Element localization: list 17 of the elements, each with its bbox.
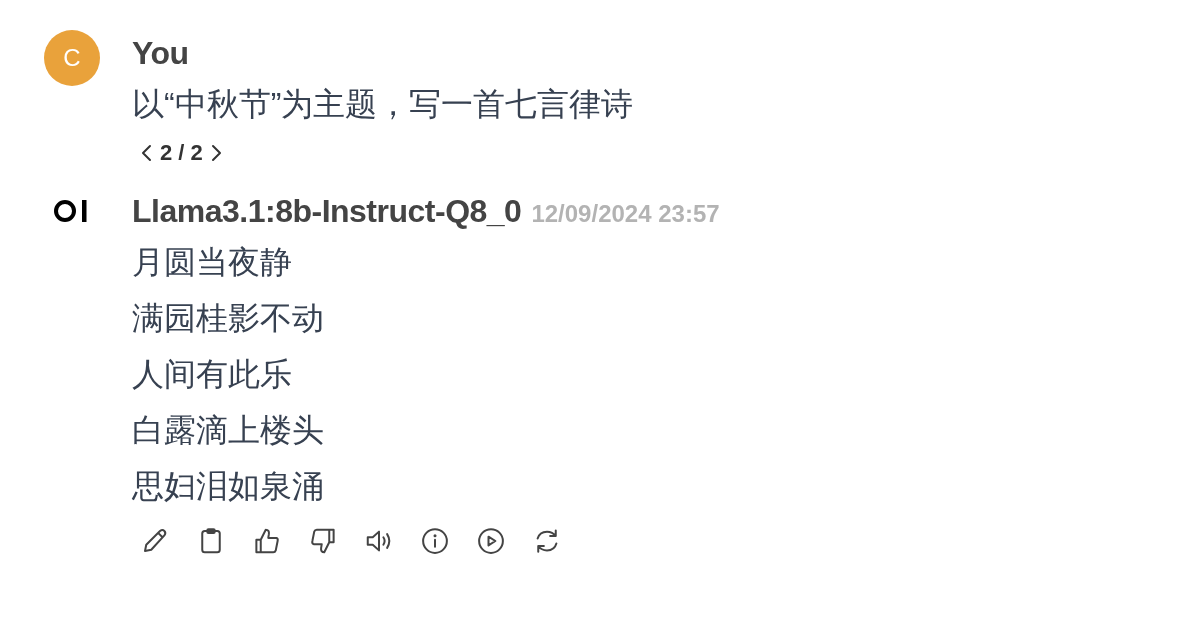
- chevron-left-icon[interactable]: [140, 143, 154, 163]
- timestamp: 12/09/2024 23:57: [531, 200, 720, 228]
- thumbs-down-icon[interactable]: [308, 526, 338, 556]
- message-text: 以“中秋节”为主题，写一首七言律诗: [132, 85, 634, 124]
- page-counter: 2 / 2: [160, 140, 203, 166]
- user-name: You: [132, 34, 189, 73]
- message-line: 人间有此乐: [132, 355, 292, 394]
- message-line: 思妇泪如泉涌: [132, 467, 324, 506]
- message-line: 月圆当夜静: [132, 243, 292, 282]
- message-line: 白露滴上楼头: [132, 411, 324, 450]
- info-icon[interactable]: [420, 526, 450, 556]
- play-icon[interactable]: [476, 526, 506, 556]
- logo-icon: [54, 198, 90, 224]
- message-line: 满园桂影不动: [132, 299, 324, 338]
- model-name: Llama3.1:8b-Instruct-Q8_0: [132, 192, 522, 231]
- thumbs-up-icon[interactable]: [252, 526, 282, 556]
- user-avatar: C: [44, 30, 100, 86]
